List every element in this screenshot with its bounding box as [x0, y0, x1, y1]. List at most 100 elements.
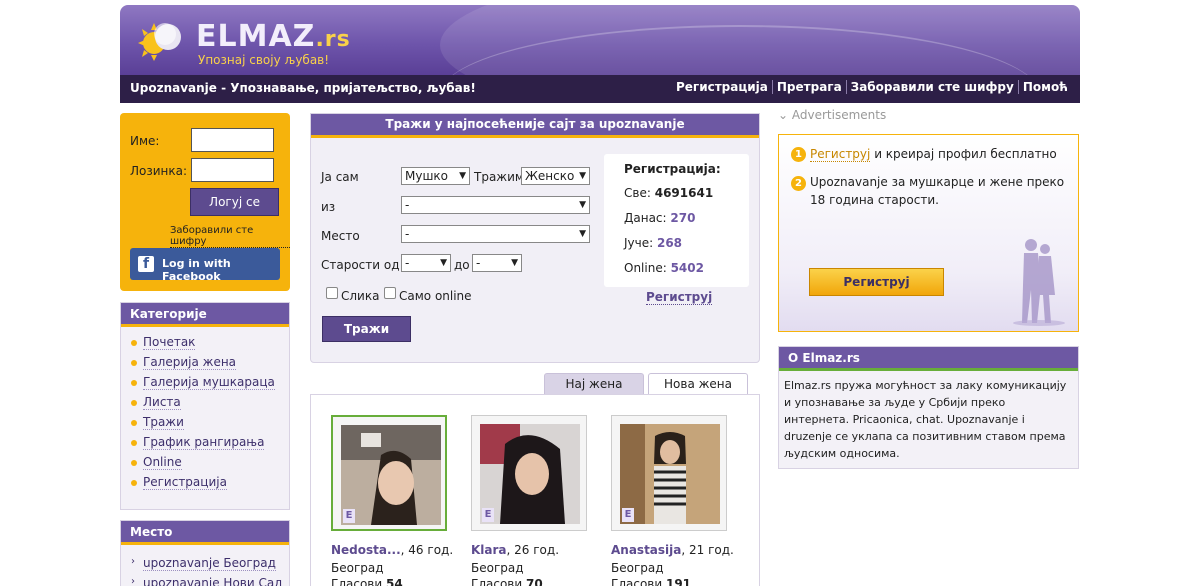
- stats-row-today: Данас: 270: [624, 211, 696, 225]
- profile-photo[interactable]: E: [331, 415, 447, 531]
- promo-register-link[interactable]: Региструј: [810, 147, 871, 162]
- age-label: Старости од: [321, 258, 400, 272]
- category-item-men-gallery[interactable]: Галерија мушкараца: [131, 375, 289, 395]
- category-item-ranking-chart[interactable]: График рангирања: [131, 435, 289, 455]
- nav-link-registration[interactable]: Регистрација: [672, 80, 772, 94]
- categories-list: Почетак Галерија жена Галерија мушкараца…: [121, 327, 289, 495]
- profile-name-line: Klara, 26 год.: [471, 543, 560, 557]
- register-link[interactable]: Региструј: [646, 290, 713, 305]
- profile-name[interactable]: Anastasija: [611, 543, 681, 557]
- verified-badge-icon: E: [622, 508, 634, 522]
- place-select[interactable]: - ▼: [401, 225, 590, 243]
- about-title: О Elmaz.rs: [779, 347, 1078, 371]
- facebook-login-button[interactable]: f Log in with Facebook: [130, 248, 280, 283]
- promo-step-2: Upoznavanje за мушкарце и жене преко 18 …: [810, 175, 1065, 207]
- forgot-password-link[interactable]: Заборавили сте шифру: [170, 225, 290, 248]
- profile-name[interactable]: Klara: [471, 543, 507, 557]
- password-input[interactable]: [191, 158, 274, 182]
- top-nav-bar: Upoznavanje - Упознавање, пријатељство, …: [120, 75, 1080, 103]
- categories-title: Категорије: [121, 303, 289, 327]
- site-header: ELMAZ.rs Упознај своју љубав!: [120, 5, 1080, 75]
- top-nav-links: Регистрација Претрага Заборавили сте шиф…: [672, 80, 1072, 94]
- about-box: О Elmaz.rs Elmaz.rs пружа могућност за л…: [778, 346, 1079, 469]
- stats-row-total: Све: 4691641: [624, 186, 714, 200]
- dropdown-arrow-icon: ▼: [579, 171, 586, 181]
- profile-city: Београд: [471, 561, 524, 575]
- region-select[interactable]: - ▼: [401, 196, 590, 214]
- promo-step-1: Региструј и креирај профил бесплатно: [810, 147, 1057, 162]
- profile-photo[interactable]: E: [471, 415, 587, 531]
- profile-photo[interactable]: E: [611, 415, 727, 531]
- nav-link-search[interactable]: Претрага: [771, 80, 846, 94]
- profiles-panel: E E E Nedosta..., 46 год. Klara, 26 год.…: [310, 394, 760, 586]
- nav-link-help[interactable]: Помоћ: [1017, 80, 1072, 94]
- bullet-icon: [131, 480, 137, 486]
- category-item-search[interactable]: Тражи: [131, 415, 289, 435]
- age-to-label: до: [454, 258, 470, 272]
- dropdown-arrow-icon: ▼: [579, 200, 586, 210]
- profile-city: Београд: [331, 561, 384, 575]
- category-item-home[interactable]: Почетак: [131, 335, 289, 355]
- facebook-icon: f: [138, 256, 154, 272]
- category-item-online[interactable]: Online: [131, 455, 289, 475]
- photo-label: Слика: [341, 289, 380, 303]
- search-title: Тражи у најпосећеније сајт за upoznavanj…: [311, 114, 759, 138]
- bullet-icon: [131, 340, 137, 346]
- online-only-label: Само online: [399, 289, 472, 303]
- profile-city: Београд: [611, 561, 664, 575]
- tab-new-woman[interactable]: Нова жена: [648, 373, 748, 395]
- stats-title: Регистрација:: [624, 162, 721, 176]
- dropdown-arrow-icon: ▼: [511, 258, 518, 268]
- online-only-checkbox[interactable]: [384, 287, 396, 299]
- register-promo-box: 1 Региструј и креирај профил бесплатно 2…: [778, 134, 1079, 332]
- place-item-belgrade[interactable]: › upoznavanje Београд: [131, 556, 289, 576]
- places-list: › upoznavanje Београд › upoznavanje Нови С…: [121, 545, 289, 586]
- dropdown-arrow-icon: ▼: [579, 229, 586, 239]
- verified-badge-icon: E: [343, 509, 355, 523]
- profile-image: [480, 424, 580, 524]
- arrow-icon: ›: [131, 576, 135, 586]
- tagline: Упознај своју љубав!: [198, 53, 330, 67]
- seeking-label: Тражим: [474, 170, 524, 184]
- about-text: Elmaz.rs пружа могућност за лаку комуник…: [784, 379, 1067, 460]
- profile-image: [341, 425, 441, 525]
- stats-row-yesterday: Јуче: 268: [624, 236, 683, 250]
- place-item-novi-sad[interactable]: › upoznavanje Нови Сад: [131, 576, 289, 586]
- tab-top-woman[interactable]: Нај жена: [544, 373, 644, 395]
- search-box: Тражи у најпосећеније сајт за upoznavanj…: [310, 113, 760, 363]
- i-am-select[interactable]: Мушко ▼: [401, 167, 470, 185]
- promo-register-button[interactable]: Региструј: [809, 268, 944, 296]
- age-from-select[interactable]: - ▼: [401, 254, 451, 272]
- profile-votes: Гласови 70: [471, 577, 543, 586]
- category-item-registration[interactable]: Регистрација: [131, 475, 289, 495]
- profile-image: [620, 424, 720, 524]
- category-item-list[interactable]: Листа: [131, 395, 289, 415]
- site-slogan: Upoznavanje - Упознавање, пријатељство, …: [130, 81, 476, 95]
- logo-suffix: .rs: [315, 27, 351, 52]
- login-button[interactable]: Логуј се: [190, 188, 279, 216]
- profile-name-line: Anastasija, 21 год.: [611, 543, 734, 557]
- bullet-icon: [131, 440, 137, 446]
- logo-text[interactable]: ELMAZ.rs: [196, 19, 351, 54]
- bullet-icon: [131, 360, 137, 366]
- nav-link-forgot-password[interactable]: Заборавили сте шифру: [845, 80, 1018, 94]
- age-to-select[interactable]: - ▼: [472, 254, 522, 272]
- advertisements-label: ⌄ Advertisements: [778, 108, 887, 122]
- username-input[interactable]: [191, 128, 274, 152]
- seeking-select[interactable]: Женско ▼: [521, 167, 590, 185]
- profile-votes: Гласови 54: [331, 577, 403, 586]
- sun-moon-logo-icon[interactable]: [132, 17, 186, 63]
- category-item-women-gallery[interactable]: Галерија жена: [131, 355, 289, 375]
- dropdown-arrow-icon: ▼: [459, 171, 466, 181]
- search-button[interactable]: Тражи: [322, 316, 411, 342]
- profile-name-line: Nedosta..., 46 год.: [331, 543, 454, 557]
- photo-checkbox[interactable]: [326, 287, 338, 299]
- places-title: Место: [121, 521, 289, 545]
- profile-votes: Гласови 191: [611, 577, 692, 586]
- profile-name[interactable]: Nedosta...: [331, 543, 401, 557]
- verified-badge-icon: E: [482, 508, 494, 522]
- step-number-1: 1: [791, 147, 806, 162]
- bullet-icon: [131, 400, 137, 406]
- place-label: Место: [321, 229, 360, 243]
- couple-silhouette-icon: [1013, 239, 1065, 326]
